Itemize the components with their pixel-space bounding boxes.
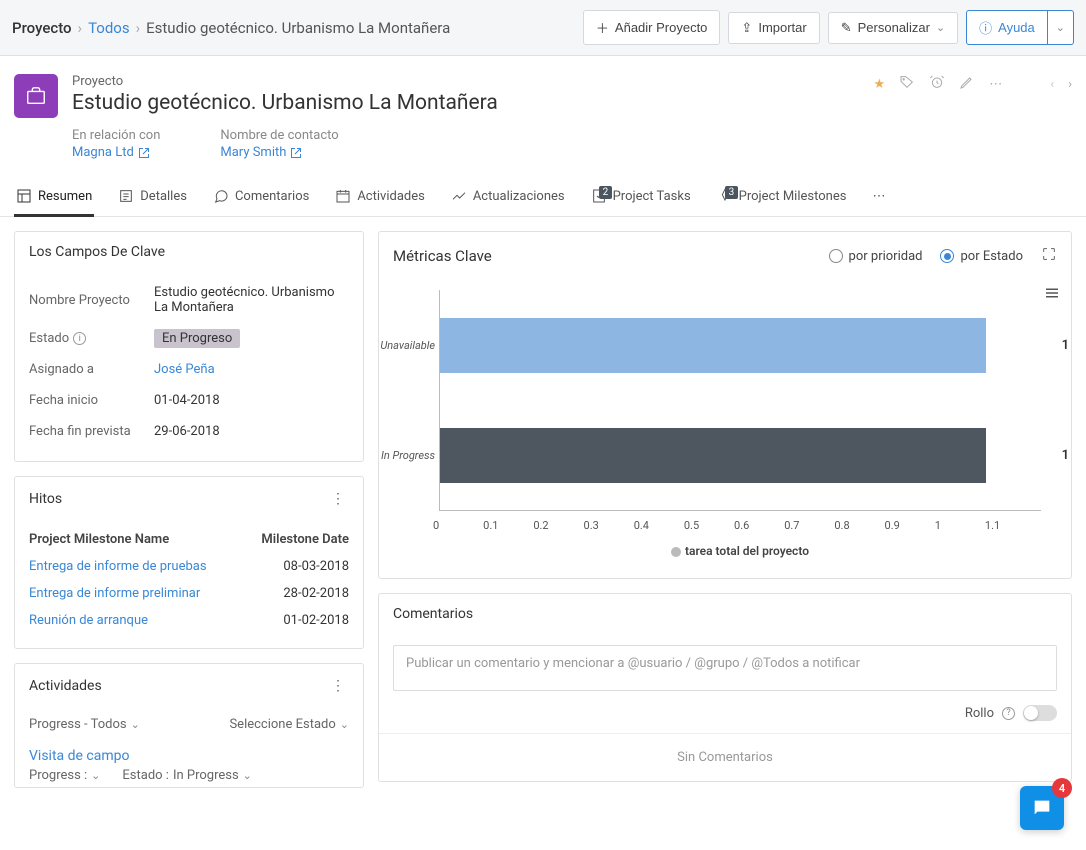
breadcrumb-mid[interactable]: Todos [88, 19, 130, 37]
breadcrumb-leaf: Estudio geotécnico. Urbanismo La Montañe… [146, 19, 450, 37]
tab-milestones[interactable]: 3Project Milestones [715, 178, 849, 216]
expand-icon[interactable] [1041, 246, 1057, 266]
chat-button[interactable]: 4 [1020, 786, 1064, 830]
tab-comments[interactable]: Comentarios [211, 178, 311, 216]
progress-dropdown[interactable]: ⌄ [91, 769, 100, 782]
relation-label: En relación con [72, 128, 160, 143]
star-icon[interactable]: ★ [874, 77, 886, 92]
chart-bar-row: In Progress1 [439, 400, 1041, 510]
metrics-title: Métricas Clave [393, 247, 492, 265]
milestones-menu-icon[interactable]: ⋮ [327, 489, 349, 509]
header-label: Proyecto [72, 74, 860, 89]
breadcrumb-root[interactable]: Proyecto [12, 19, 72, 37]
edit-icon[interactable] [959, 74, 975, 94]
project-name-value: Estudio geotécnico. Urbanismo La Montañe… [154, 285, 349, 315]
milestone-row: Entrega de informe preliminar28-02-2018 [29, 580, 349, 607]
tag-icon[interactable] [899, 74, 915, 94]
rollo-toggle[interactable] [1023, 705, 1057, 721]
chat-badge: 4 [1052, 778, 1072, 798]
tab-summary[interactable]: Resumen [14, 178, 94, 216]
activities-panel: Actividades ⋮ Progress - Todos ⌄ Seleccio… [14, 663, 364, 788]
more-icon[interactable]: ⋯ [989, 77, 1002, 92]
activities-filter-state[interactable]: Seleccione Estado ⌄ [229, 717, 349, 732]
radio-state[interactable]: por Estado [940, 249, 1023, 264]
page-title: Estudio geotécnico. Urbanismo La Montañe… [72, 91, 860, 115]
comments-panel: Comentarios Publicar un comentario y men… [378, 593, 1072, 782]
chart-menu-icon[interactable] [1043, 284, 1061, 306]
activity-link[interactable]: Visita de campo [29, 748, 129, 764]
tab-activities[interactable]: Actividades [333, 178, 427, 216]
status-badge[interactable]: En Progreso [154, 329, 240, 348]
tab-updates[interactable]: Actualizaciones [449, 178, 567, 216]
activities-menu-icon[interactable]: ⋮ [327, 676, 349, 696]
info-icon[interactable]: i [73, 332, 86, 345]
milestone-row: Entrega de informe de pruebas08-03-2018 [29, 553, 349, 580]
next-icon[interactable]: › [1068, 77, 1072, 92]
end-date: 29-06-2018 [154, 424, 349, 439]
import-button[interactable]: ⇪Importar [728, 12, 819, 44]
contact-link[interactable]: Mary Smith [220, 145, 302, 160]
key-fields-title: Los Campos De Clave [15, 232, 363, 273]
help-dropdown[interactable]: ⌄ [1048, 10, 1074, 45]
related-account-link[interactable]: Magna Ltd [72, 145, 150, 160]
rollo-info-icon[interactable]: ? [1002, 707, 1015, 720]
chart: Unavailable1In Progress1 00.10.20.30.40.… [379, 280, 1071, 578]
milestones-panel: Hitos⋮ Project Milestone NameMilestone D… [14, 476, 364, 649]
activities-title: Actividades [29, 678, 102, 694]
radio-priority[interactable]: por prioridad [829, 249, 923, 264]
tab-more[interactable]: ⋯ [870, 179, 887, 216]
help-button[interactable]: ⓘAyuda [966, 10, 1048, 45]
milestones-title: Hitos [29, 491, 62, 507]
assigned-link[interactable]: José Peña [154, 362, 215, 377]
metrics-panel: Métricas Clave por prioridad por Estado … [378, 231, 1072, 579]
key-fields-panel: Los Campos De Clave Nombre ProyectoEstud… [14, 231, 364, 462]
customize-button[interactable]: ✎Personalizar⌄ [828, 12, 958, 44]
breadcrumb: Proyecto › Todos › Estudio geotécnico. U… [12, 19, 450, 37]
comments-title: Comentarios [379, 594, 1071, 635]
comment-input[interactable]: Publicar un comentario y mencionar a @us… [393, 645, 1057, 691]
tab-tasks[interactable]: 2Project Tasks [589, 178, 693, 216]
activities-filter-progress[interactable]: Progress - Todos ⌄ [29, 717, 140, 732]
no-comments-text: Sin Comentarios [379, 733, 1071, 781]
chart-bar-row: Unavailable1 [439, 290, 1041, 400]
contact-label: Nombre de contacto [220, 128, 338, 143]
milestone-row: Reunión de arranque01-02-2018 [29, 607, 349, 634]
add-project-button[interactable]: ＋Añadir Proyecto [583, 10, 721, 45]
reminder-icon[interactable] [929, 74, 945, 94]
state-dropdown[interactable]: ⌄ [243, 769, 252, 782]
start-date: 01-04-2018 [154, 393, 349, 408]
project-icon [14, 74, 58, 118]
prev-icon[interactable]: ‹ [1050, 77, 1054, 92]
tab-details[interactable]: Detalles [116, 178, 189, 216]
